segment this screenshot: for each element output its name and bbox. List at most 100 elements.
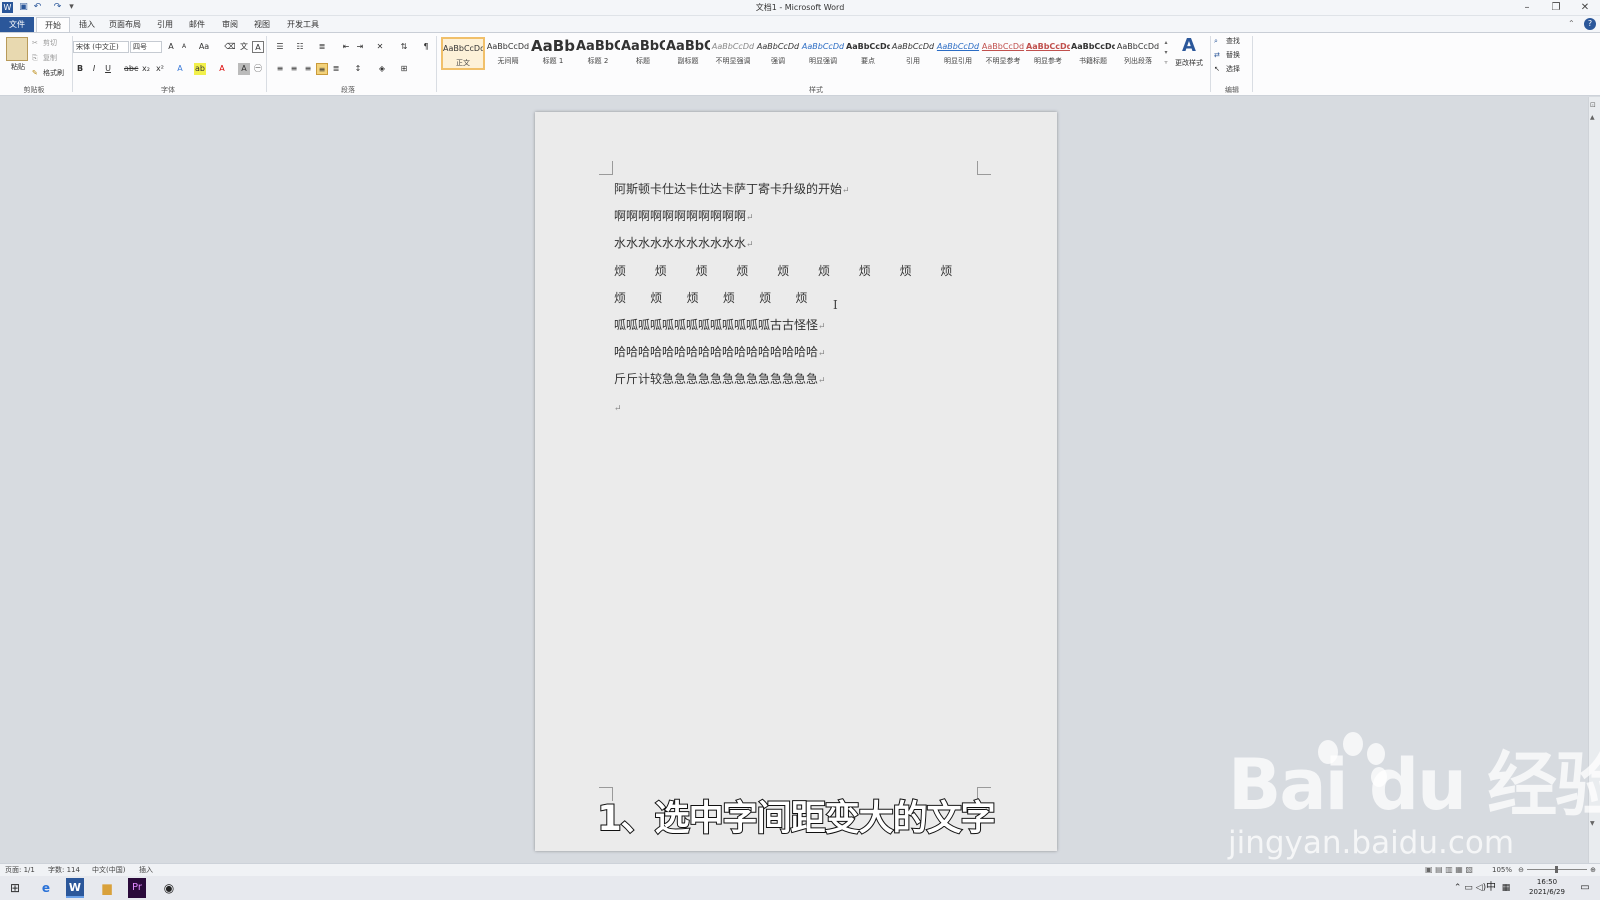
style-subtle-reference[interactable]: AaBbCcDd 不明显参考 (981, 37, 1025, 70)
tab-mailings[interactable]: 邮件 (184, 17, 210, 32)
ruler-toggle-icon[interactable]: ⊡ (1590, 101, 1599, 111)
chinese-layout-icon[interactable]: ✕ (374, 41, 386, 53)
style-book-title[interactable]: AaBbCcDd 书籍标题 (1071, 37, 1115, 70)
clipboard-icon[interactable] (6, 37, 28, 61)
tab-view[interactable]: 视图 (249, 17, 275, 32)
minimize-button[interactable]: – (1512, 0, 1542, 16)
style-strong[interactable]: AaBbCcDd 要点 (846, 37, 890, 70)
style-quote[interactable]: AaBbCcDd 引用 (891, 37, 935, 70)
style-list-paragraph[interactable]: AaBbCcDd 列出段落 (1116, 37, 1160, 70)
zoom-in-icon[interactable]: ⊕ (1588, 864, 1598, 876)
style-intense-emphasis[interactable]: AaBbCcDd 明显强调 (801, 37, 845, 70)
clear-format-icon[interactable]: ⌫ (224, 41, 236, 53)
paragraph-line[interactable]: 斤斤计较急急急急急急急急急急急急急↵ (614, 369, 826, 389)
show-marks-icon[interactable]: ¶ (420, 41, 432, 53)
tab-file[interactable]: 文件 (0, 17, 34, 32)
char-border-icon[interactable]: A (252, 41, 264, 53)
replace-icon[interactable]: ⇄ (1214, 50, 1224, 60)
app-icon[interactable]: ◉ (158, 878, 180, 898)
cut-button[interactable]: 剪切 (43, 38, 73, 48)
paragraph-line[interactable]: 哈哈哈哈哈哈哈哈哈哈哈哈哈哈哈哈哈↵ (614, 342, 826, 362)
style-no-spacing[interactable]: AaBbCcDd 无间隔 (486, 37, 530, 70)
start-icon[interactable]: ⊞ (4, 878, 26, 898)
align-left-icon[interactable]: ≡ (274, 63, 286, 75)
ime-indicator[interactable]: 中 (1484, 878, 1498, 898)
cut-icon[interactable]: ✂ (32, 38, 42, 48)
decrease-indent-icon[interactable]: ⇤ (340, 41, 352, 53)
phonetic-guide-icon[interactable]: 文 (238, 41, 250, 53)
style-heading-2[interactable]: AaBbC 标题 2 (576, 37, 620, 70)
view-mode-icons[interactable]: ▣ ▤ ▥ ▦ ▧ (1425, 864, 1480, 876)
tab-review[interactable]: 审阅 (217, 17, 243, 32)
enclose-char-icon[interactable]: ㊀ (252, 63, 264, 75)
shrink-font-icon[interactable]: A (178, 41, 190, 53)
tab-page-layout[interactable]: 页面布局 (106, 17, 144, 32)
copy-button[interactable]: 复制 (43, 53, 73, 63)
format-painter-button[interactable]: 格式刷 (43, 68, 73, 78)
change-styles-icon[interactable]: A (1178, 36, 1200, 56)
tab-home[interactable]: 开始 (36, 17, 70, 32)
numbering-icon[interactable]: ☷ (294, 41, 306, 53)
style-subtitle[interactable]: AaBbC 副标题 (666, 37, 710, 70)
paragraph-line[interactable]: 阿斯顿卡仕达卡仕达卡萨丁寄卡升级的开始↵ (614, 179, 850, 199)
underline-icon[interactable]: U (102, 63, 114, 75)
strikethrough-icon[interactable]: abc (124, 63, 138, 75)
style-title[interactable]: AaBbC 标题 (621, 37, 665, 70)
char-shading-icon[interactable]: A (238, 63, 250, 75)
zoom-slider-thumb[interactable] (1555, 866, 1558, 873)
italic-icon[interactable]: I (88, 63, 100, 75)
font-size-select[interactable]: 四号 (130, 41, 162, 53)
select-icon[interactable]: ↖ (1214, 64, 1224, 74)
style-emphasis[interactable]: AaBbCcDd 强调 (756, 37, 800, 70)
status-language[interactable]: 中文(中国) (92, 864, 132, 876)
word-taskbar-icon[interactable]: W (66, 878, 84, 898)
font-name-select[interactable]: 宋体 (中文正) (73, 41, 129, 53)
format-painter-icon[interactable]: ✎ (32, 68, 42, 78)
ribbon-minimize-icon[interactable]: ⌃ (1568, 18, 1578, 30)
font-color-icon[interactable]: A (216, 63, 228, 75)
change-case-icon[interactable]: Aa (198, 41, 210, 53)
bold-icon[interactable]: B (74, 63, 86, 75)
align-center-icon[interactable]: ≡ (288, 63, 300, 75)
paragraph-line[interactable]: 啊啊啊啊啊啊啊啊啊啊啊↵ (614, 206, 754, 226)
paste-button[interactable]: 粘贴 (6, 62, 30, 72)
change-styles-button[interactable]: 更改样式 (1172, 58, 1206, 68)
borders-icon[interactable]: ⊞ (398, 63, 410, 75)
notification-icon[interactable]: ▭ (1576, 878, 1594, 898)
premiere-icon[interactable]: Pr (128, 878, 146, 898)
copy-icon[interactable]: ⎘ (32, 53, 42, 63)
zoom-level[interactable]: 105% (1488, 864, 1512, 876)
scroll-up-icon[interactable]: ▲ (1590, 114, 1599, 122)
zoom-out-icon[interactable]: ⊖ (1516, 864, 1526, 876)
highlight-icon[interactable]: ab (194, 63, 206, 75)
browser-icon[interactable]: e (35, 878, 57, 898)
find-icon[interactable]: ⌕ (1214, 36, 1224, 46)
clock-time[interactable]: 16:50 (1522, 877, 1572, 887)
spaced-text-line[interactable]: 烦烦烦烦烦烦 (614, 288, 832, 308)
multilevel-list-icon[interactable]: ≣ (316, 41, 328, 53)
line-spacing-icon[interactable]: ↕ (352, 63, 364, 75)
help-icon[interactable]: ? (1584, 18, 1596, 30)
tab-insert[interactable]: 插入 (74, 17, 100, 32)
style-heading-1[interactable]: AaBb 标题 1 (531, 37, 575, 70)
increase-indent-icon[interactable]: ⇥ (354, 41, 366, 53)
sort-icon[interactable]: ⇅ (398, 41, 410, 53)
shading-icon[interactable]: ◈ (376, 63, 388, 75)
align-right-icon[interactable]: ≡ (302, 63, 314, 75)
clock-date[interactable]: 2021/6/29 (1522, 887, 1572, 897)
ime-mode-icon[interactable]: ▦ (1500, 878, 1512, 898)
file-explorer-icon[interactable]: ▆ (96, 878, 118, 898)
tab-developer[interactable]: 开发工具 (282, 17, 324, 32)
text-effects-icon[interactable]: A (174, 63, 186, 75)
tab-references[interactable]: 引用 (152, 17, 178, 32)
spaced-text-line[interactable]: 烦烦烦烦烦烦烦烦烦 (614, 261, 981, 281)
status-word-count[interactable]: 字数: 114 (48, 864, 88, 876)
close-button[interactable]: ✕ (1570, 0, 1600, 16)
style-intense-reference[interactable]: AaBbCcDd 明显参考 (1026, 37, 1070, 70)
justify-icon[interactable]: ≡ (316, 63, 328, 75)
restore-button[interactable]: ❐ (1541, 0, 1571, 16)
style-intense-quote[interactable]: AaBbCcDd 明显引用 (936, 37, 980, 70)
superscript-icon[interactable]: x² (154, 63, 166, 75)
grow-font-icon[interactable]: A (165, 41, 177, 53)
style-normal[interactable]: AaBbCcDd 正文 (441, 37, 485, 70)
